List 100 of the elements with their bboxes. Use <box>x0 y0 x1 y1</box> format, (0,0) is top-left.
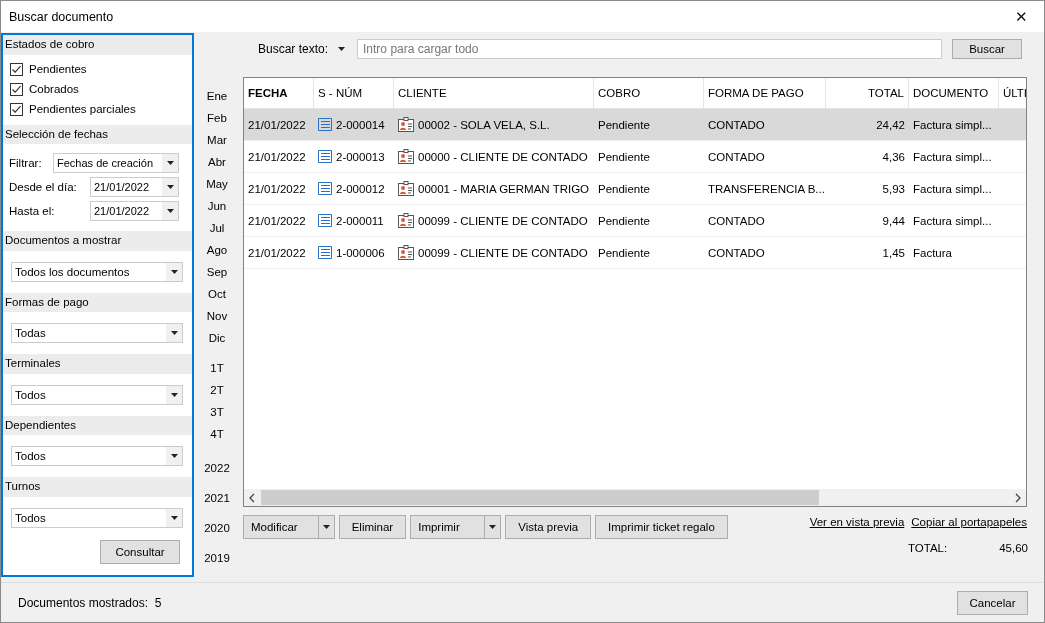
quarter-link[interactable]: 1T <box>210 357 224 379</box>
table-cell: 21/01/2022 <box>248 150 306 163</box>
column-header[interactable]: COBRO <box>594 78 704 108</box>
checkbox[interactable] <box>10 102 23 116</box>
column-header[interactable]: FORMA DE PAGO <box>704 78 826 108</box>
column-header[interactable]: TOTAL <box>826 78 909 108</box>
document-list-icon <box>318 150 332 163</box>
action-button[interactable]: Vista previa <box>505 515 592 539</box>
table-cell: Pendiente <box>598 118 650 131</box>
field-label: Hasta el: <box>9 205 55 218</box>
table-cell: 24,42 <box>876 118 905 131</box>
month-link[interactable]: Jun <box>207 195 227 217</box>
month-link[interactable]: Dic <box>208 327 226 349</box>
consultar-button[interactable]: Consultar <box>100 540 180 565</box>
month-link[interactable]: Feb <box>207 107 227 129</box>
quarter-link[interactable]: 3T <box>210 401 224 423</box>
caret-icon <box>170 454 178 459</box>
total-value: 45,60 <box>999 542 1028 554</box>
dropdown[interactable]: 21/01/2022 <box>90 201 179 222</box>
month-link[interactable]: Jul <box>209 217 225 239</box>
month-link[interactable]: Ago <box>206 239 228 261</box>
month-link[interactable]: Mar <box>207 129 227 151</box>
table-cell: 5,93 <box>882 182 905 195</box>
caret-icon <box>166 161 174 166</box>
checkbox-label[interactable]: Cobrados <box>29 83 79 96</box>
table-cell: 00002 - SOLA VELA, S.L. <box>418 118 550 131</box>
quarter-link[interactable]: 4T <box>210 423 224 445</box>
caret-icon <box>170 392 178 397</box>
contact-card-icon <box>398 245 414 260</box>
column-header[interactable]: CLIENTE <box>394 78 594 108</box>
column-header[interactable]: S - NÚM <box>314 78 394 108</box>
checkbox-label[interactable]: Pendientes parciales <box>29 103 136 116</box>
month-link[interactable]: Oct <box>208 283 226 305</box>
split-button[interactable]: Imprimir <box>410 515 502 539</box>
column-header[interactable]: DOCUMENTO <box>909 78 999 108</box>
year-link[interactable]: 2021 <box>204 483 230 513</box>
month-link[interactable]: May <box>206 173 228 195</box>
search-label[interactable]: Buscar texto: <box>258 42 329 56</box>
table-cell: Factura <box>913 246 952 259</box>
month-link[interactable]: Abr <box>208 151 226 173</box>
dropdown[interactable]: Todos <box>11 446 183 467</box>
table-cell: CONTADO <box>708 150 765 163</box>
table-cell: 9,44 <box>882 214 905 227</box>
close-button[interactable]: ✕ <box>998 1 1044 32</box>
horizontal-scrollbar[interactable] <box>244 489 1026 506</box>
checkbox[interactable] <box>10 62 23 76</box>
table-cell: TRANSFERENCIA B... <box>708 182 825 195</box>
table-row[interactable]: 21/01/2022 2-000011 00099 - CLIENTE DE CONTADO Pendiente CONTADO 9,44 Factura simpl... <box>244 205 1026 237</box>
section-header: Dependientes <box>3 415 192 436</box>
quarter-link[interactable]: 2T <box>210 379 224 401</box>
link[interactable]: Copiar al portapapeles <box>911 516 1027 528</box>
year-link[interactable]: 2022 <box>204 453 230 483</box>
month-link[interactable]: Ene <box>206 85 228 107</box>
table-cell: 00000 - CLIENTE DE CONTADO <box>418 150 588 163</box>
link[interactable]: Ver en vista previa <box>809 516 905 528</box>
table-row[interactable]: 21/01/2022 1-000006 00099 - CLIENTE DE CONTADO Pendiente CONTADO 1,45 Factura <box>244 237 1026 269</box>
caret-icon <box>166 209 174 214</box>
search-button[interactable]: Buscar <box>952 39 1023 59</box>
split-button[interactable]: Modificar <box>243 515 335 539</box>
table-cell: 21/01/2022 <box>248 118 306 131</box>
table-cell: 2-000011 <box>336 214 384 227</box>
action-button[interactable]: Eliminar <box>338 515 407 539</box>
cancel-button[interactable]: Cancelar <box>957 590 1028 615</box>
contact-card-icon <box>398 213 414 228</box>
dropdown[interactable]: Todos los documentos <box>11 261 183 282</box>
column-header[interactable]: FECHA <box>244 78 314 108</box>
section-header: Estados de cobro <box>3 35 192 55</box>
table-row[interactable]: 21/01/2022 2-000014 00002 - SOLA VELA, S.L. Pendiente CONTADO 24,42 Factura simpl... <box>244 109 1026 141</box>
table-cell: 21/01/2022 <box>248 246 306 259</box>
month-link[interactable]: Sep <box>206 261 228 283</box>
table-cell: Factura simpl... <box>913 118 992 131</box>
caret-icon <box>322 525 330 529</box>
dropdown[interactable]: Todos <box>11 508 183 529</box>
caret-icon <box>338 47 346 51</box>
dropdown[interactable]: 21/01/2022 <box>90 177 179 198</box>
dropdown[interactable]: Todas <box>11 323 183 344</box>
contact-card-icon <box>398 181 414 196</box>
table-row[interactable]: 21/01/2022 2-000012 00001 - MARIA GERMAN TRIGO Pendiente TRANSFERENCIA B... 5,93 Factura simpl... <box>244 173 1026 205</box>
action-button[interactable]: Imprimir ticket regalo <box>595 515 728 539</box>
table-cell: CONTADO <box>708 118 765 131</box>
search-field[interactable]: Intro para cargar todo <box>357 39 943 59</box>
checkbox[interactable] <box>10 82 23 96</box>
year-link[interactable]: 2019 <box>204 543 230 573</box>
year-link[interactable]: 2020 <box>204 513 230 543</box>
table-cell: Pendiente <box>598 182 650 195</box>
checkbox-label[interactable]: Pendientes <box>29 63 87 76</box>
caret-icon <box>170 269 178 274</box>
column-header[interactable]: ÚLTI <box>999 78 1026 108</box>
caret-icon <box>170 516 178 521</box>
field-label: Desde el día: <box>9 181 77 194</box>
dropdown[interactable]: Fechas de creación <box>53 153 179 174</box>
table-cell: 00099 - CLIENTE DE CONTADO <box>418 214 588 227</box>
contact-card-icon <box>398 149 414 164</box>
table-cell: 21/01/2022 <box>248 214 306 227</box>
table-cell: 2-000013 <box>336 150 385 163</box>
month-link[interactable]: Nov <box>206 305 228 327</box>
table-cell: 2-000012 <box>336 182 385 195</box>
table-row[interactable]: 21/01/2022 2-000013 00000 - CLIENTE DE CONTADO Pendiente CONTADO 4,36 Factura simpl... <box>244 141 1026 173</box>
table-cell: 4,36 <box>882 150 905 163</box>
dropdown[interactable]: Todos <box>11 384 183 405</box>
